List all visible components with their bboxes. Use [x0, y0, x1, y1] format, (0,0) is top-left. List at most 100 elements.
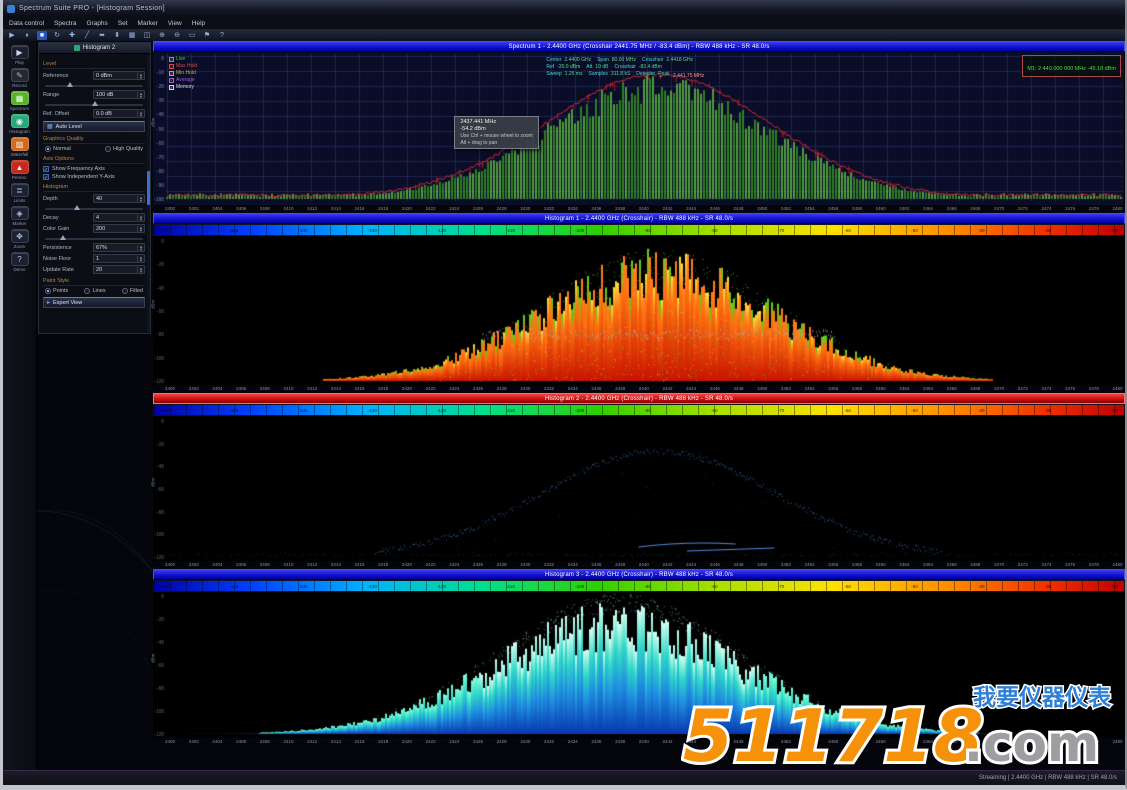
menu-item-view[interactable]: View: [168, 20, 182, 27]
scrollbar-thumb[interactable]: [147, 171, 150, 205]
rail-button-histogram[interactable]: ◉Histogram: [5, 114, 35, 134]
spin-arrows-icon[interactable]: ▲▼: [137, 245, 144, 251]
legend-item[interactable]: ✓Average: [169, 77, 197, 83]
settings-slider[interactable]: [45, 205, 143, 211]
filled-radio[interactable]: Filled: [122, 288, 143, 294]
help-icon[interactable]: ?: [217, 31, 227, 40]
zoom-in-icon[interactable]: ⊕: [157, 31, 167, 40]
colorbar-tick-label: -30: [1045, 228, 1052, 233]
show-frequency-axis-checkbox[interactable]: ✓Show Frequency Axis: [43, 166, 145, 172]
lines-radio[interactable]: Lines: [84, 288, 105, 294]
settings-slider[interactable]: [45, 235, 143, 241]
settings-header[interactable]: Histogram 2: [39, 43, 150, 54]
legend-item[interactable]: ✓Max Hold: [169, 63, 197, 69]
rail-button-record[interactable]: ✎Record: [5, 68, 35, 88]
auto-level-button[interactable]: ▦Auto Level: [43, 121, 145, 132]
spin-arrows-icon[interactable]: ▲▼: [137, 226, 144, 232]
slider-thumb[interactable]: [74, 205, 80, 210]
plot-area[interactable]: dBm: [153, 592, 1125, 738]
ref-offset-spinbox[interactable]: 0.0 dB▲▼: [93, 109, 145, 118]
window-titlebar[interactable]: Spectrum Suite PRO - [Histogram Session]: [3, 0, 1125, 17]
high-quality-radio[interactable]: High Quality: [105, 146, 143, 152]
show-independent-y-axis-checkbox[interactable]: ✓Show Independent Y-Axis: [43, 174, 145, 180]
slider-thumb[interactable]: [67, 82, 73, 87]
spin-arrows-icon[interactable]: ▲▼: [137, 196, 144, 202]
draw-icon[interactable]: ╱: [82, 31, 92, 40]
legend-checkbox-icon[interactable]: ✓: [169, 57, 174, 62]
menu-item-set[interactable]: Set: [118, 20, 128, 27]
update-rate-spinbox[interactable]: 20▲▼: [93, 265, 145, 274]
field-label: Ref. Offset: [43, 111, 69, 117]
colorbar-tick-label: -50: [911, 228, 918, 233]
rail-button-waterfall[interactable]: ▨Waterfall: [5, 137, 35, 157]
rail-button-demo[interactable]: ?Demo: [5, 252, 35, 272]
panel-titlebar[interactable]: Spectrum 1 - 2.4400 GHz (Crosshair 2441.…: [153, 41, 1125, 52]
panel-titlebar[interactable]: Histogram 2 - 2.4400 GHz (Crosshair) - R…: [153, 393, 1125, 404]
range-spinbox[interactable]: 100 dB▲▼: [93, 90, 145, 99]
spin-arrows-icon[interactable]: ▲▼: [137, 256, 144, 262]
spin-arrows-icon[interactable]: ▲▼: [137, 92, 144, 98]
menu-item-data-control[interactable]: Data control: [9, 20, 44, 27]
menu-item-help[interactable]: Help: [192, 20, 205, 27]
screenshot-icon[interactable]: ▭: [187, 31, 197, 40]
restart-icon[interactable]: ↻: [52, 31, 62, 40]
pause-icon[interactable]: ⏸: [22, 31, 32, 40]
decay-spinbox[interactable]: 4▲▼: [93, 213, 145, 222]
points-radio[interactable]: Points: [45, 288, 68, 294]
rail-button-limits[interactable]: ≣Limits: [5, 183, 35, 203]
settings-slider[interactable]: [45, 82, 143, 88]
rail-button-zoom[interactable]: ✥Zoom: [5, 229, 35, 249]
slider-thumb[interactable]: [92, 101, 98, 106]
rail-button-play[interactable]: ▶Play: [5, 45, 35, 65]
plot-canvas[interactable]: [153, 416, 1124, 561]
legend-item[interactable]: ✓Min Hold: [169, 70, 197, 76]
x-tick-label: 2452: [781, 386, 791, 391]
grid-icon[interactable]: ▦: [127, 31, 137, 40]
menu-item-marker[interactable]: Marker: [138, 20, 158, 27]
level-icon[interactable]: ⬍: [112, 31, 122, 40]
legend-checkbox-icon[interactable]: ✓: [169, 64, 174, 69]
depth-spinbox[interactable]: 40▲▼: [93, 194, 145, 203]
span-icon[interactable]: ⬌: [97, 31, 107, 40]
legend-item[interactable]: ✓Memory: [169, 84, 197, 90]
menu-item-graphs[interactable]: Graphs: [86, 20, 107, 27]
rail-button-spectrum[interactable]: ▦Spectrum: [5, 91, 35, 111]
legend-checkbox-icon[interactable]: ✓: [169, 71, 174, 76]
panel-titlebar[interactable]: Histogram 3 - 2.4400 GHz (Crosshair) - R…: [153, 569, 1125, 580]
zoom-out-icon[interactable]: ⊖: [172, 31, 182, 40]
plot-canvas[interactable]: [153, 592, 1124, 738]
x-tick-label: 2460: [876, 562, 886, 567]
plot-area[interactable]: dBm: [153, 416, 1125, 561]
normal-radio[interactable]: Normal: [45, 146, 71, 152]
color-gain-spinbox[interactable]: 200▲▼: [93, 224, 145, 233]
field-value: 100 dB: [94, 92, 137, 98]
legend-checkbox-icon[interactable]: ✓: [169, 85, 174, 90]
plot-canvas[interactable]: [153, 236, 1124, 385]
panel-titlebar[interactable]: Histogram 1 - 2.4400 GHz (Crosshair) - R…: [153, 213, 1125, 224]
rail-button-marker[interactable]: ◈Marker: [5, 206, 35, 226]
play-icon[interactable]: ▶: [7, 31, 17, 40]
layout-icon[interactable]: ◫: [142, 31, 152, 40]
reference-spinbox[interactable]: 0 dBm▲▼: [93, 71, 145, 80]
x-tick-label: 2412: [307, 206, 317, 211]
settings-scrollbar[interactable]: [147, 55, 150, 332]
settings-slider[interactable]: [45, 101, 143, 107]
slider-thumb[interactable]: [60, 235, 66, 240]
plot-area[interactable]: dBm: [153, 236, 1125, 385]
spin-arrows-icon[interactable]: ▲▼: [137, 267, 144, 273]
legend-checkbox-icon[interactable]: ✓: [169, 78, 174, 83]
plot-area[interactable]: dBm✓Live✓Max Hold✓Min Hold✓Average✓Memor…: [153, 52, 1125, 205]
spin-arrows-icon[interactable]: ▲▼: [137, 111, 144, 117]
spin-arrows-icon[interactable]: ▲▼: [137, 73, 144, 79]
block-icon: [74, 45, 80, 51]
expert-view-button[interactable]: ▸Expert View: [43, 297, 145, 308]
persistence-spinbox[interactable]: 67%▲▼: [93, 243, 145, 252]
spin-arrows-icon[interactable]: ▲▼: [137, 215, 144, 221]
noise-floor-spinbox[interactable]: 1▲▼: [93, 254, 145, 263]
add-block-icon[interactable]: ✚: [67, 31, 77, 40]
stop-icon[interactable]: ■: [37, 31, 47, 40]
rail-button-persist[interactable]: ▲Persist.: [5, 160, 35, 180]
marker-icon[interactable]: ⚑: [202, 31, 212, 40]
menu-item-spectra[interactable]: Spectra: [54, 20, 76, 27]
legend-item[interactable]: ✓Live: [169, 56, 197, 62]
